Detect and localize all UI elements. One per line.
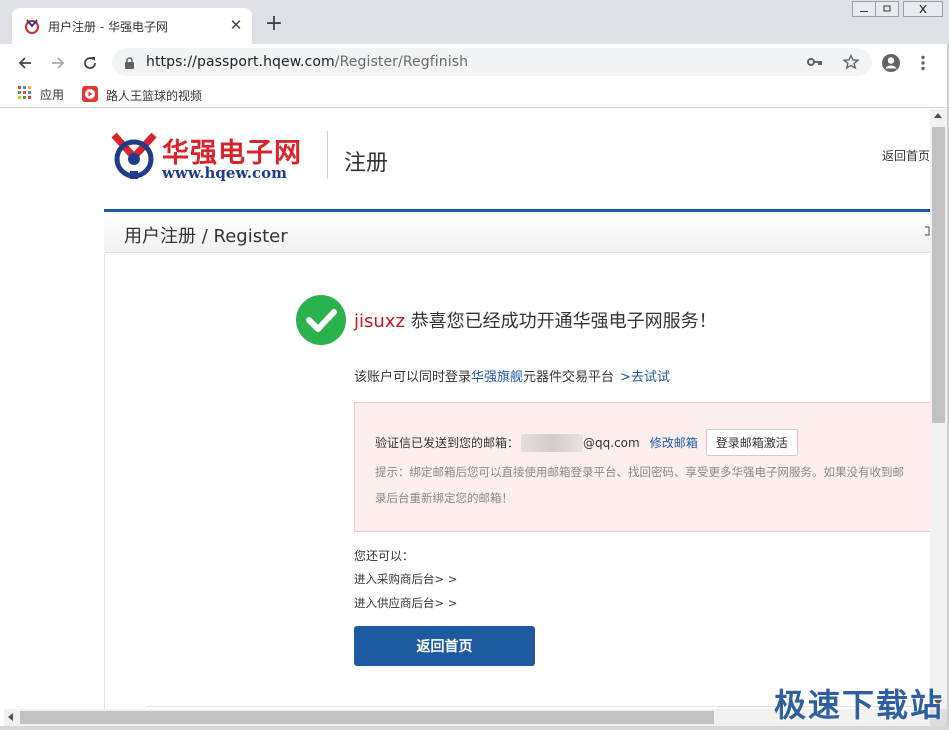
back-button[interactable] (12, 50, 38, 76)
restore-icon (883, 5, 891, 12)
flagship-platform-link[interactable]: 华强旗舰 (471, 370, 523, 385)
email-tip-line: 提示：绑定邮箱后您可以直接使用邮箱登录平台、找回密码、享受更多华强电子网服务。如… (375, 465, 904, 479)
forward-button[interactable] (45, 50, 71, 76)
star-icon[interactable] (842, 53, 860, 71)
apps-grid-icon (18, 86, 32, 103)
browser-toolbar: https://passport.hqew.com/Register/Regfi… (0, 44, 949, 80)
try-it-link[interactable]: >去试试 (620, 370, 670, 385)
close-tab-icon[interactable]: ✕ (228, 17, 244, 33)
register-header-bar: 用户注册 / Register (104, 209, 930, 253)
close-window-button[interactable] (903, 1, 943, 17)
username: jisuxz (354, 311, 405, 332)
vertical-scrollbar[interactable] (930, 109, 947, 709)
header-divider (327, 131, 328, 179)
window-bottom-frame (0, 726, 949, 730)
also-login-prefix: 该账户可以同时登录 (354, 370, 472, 385)
arrow-left-icon (18, 57, 31, 69)
key-icon[interactable] (806, 53, 824, 71)
also-login-line: 该账户可以同时登录华强旗舰元器件交易平台 >去试试 (354, 366, 670, 385)
new-tab-button[interactable]: + (263, 13, 285, 36)
window-controls (852, 1, 943, 17)
activate-email-button[interactable]: 登录邮箱激活 (705, 429, 798, 456)
also-login-suffix: 元器件交易平台 (523, 370, 615, 385)
bookmark-label: 路人王篮球的视频 (106, 89, 203, 103)
reload-icon (84, 57, 96, 69)
account-circle-icon (882, 54, 900, 72)
return-home-button[interactable]: 返回首页 (354, 626, 535, 666)
page-title: 注册 (344, 151, 389, 176)
minimize-icon (860, 11, 868, 12)
bookmark-label: 应用 (40, 88, 65, 102)
more-vert-icon (921, 55, 925, 71)
vertical-scroll-thumb[interactable] (932, 127, 945, 423)
email-tip: 提示：绑定邮箱后您可以直接使用邮箱登录平台、找回密码、享受更多华强电子网服务。如… (375, 459, 930, 511)
bookmark-video[interactable]: 路人王篮球的视频 (82, 86, 202, 105)
email-blurred-part (521, 433, 584, 452)
address-bar[interactable]: https://passport.hqew.com/Register/Regfi… (112, 48, 872, 76)
tab-title: 用户注册 - 华强电子网 (48, 20, 168, 34)
register-title: 用户注册 / Register (124, 226, 288, 247)
menu-button[interactable] (910, 50, 936, 76)
email-domain: @qq.com (583, 435, 640, 450)
modify-email-link[interactable]: 修改邮箱 (650, 434, 698, 451)
email-tip-line: 录后台重新绑定您的邮箱！ (375, 491, 513, 505)
hqew-logo-icon (111, 132, 157, 179)
tab-active[interactable]: 用户注册 - 华强电子网 ✕ (12, 8, 252, 44)
success-check-icon (296, 295, 346, 345)
page-viewport: 华强电子网 www.hqew.com 注册 返回首页 用户注册 / Regist… (0, 109, 930, 709)
email-sent-label: 验证信已发送到您的邮箱： (375, 436, 520, 450)
url-text: https://passport.hqew.com/Register/Regfi… (146, 54, 468, 70)
bookmarks-bar: 应用 路人王篮球的视频 (0, 80, 949, 108)
horizontal-scroll-thumb[interactable] (20, 711, 714, 724)
video-play-icon (82, 86, 98, 105)
next-steps-heading: 您还可以： (354, 549, 415, 563)
buyer-backend-link[interactable]: 进入采购商后台> > (354, 571, 457, 587)
success-text: 恭喜您已经成功开通华强电子网服务！ (410, 311, 717, 332)
email-notice-box: 验证信已发送到您的邮箱： @qq.com 修改邮箱 登录邮箱激活 提示：绑定邮箱… (354, 402, 930, 532)
account-button[interactable] (878, 50, 904, 76)
supplier-backend-link[interactable]: 进入供应商后台> > (354, 595, 457, 611)
arrow-right-icon (52, 57, 65, 69)
url-host: https://passport.hqew.com (146, 54, 335, 70)
url-path: /Register/Regfinish (334, 54, 469, 70)
lock-icon (124, 55, 135, 74)
browser-titlebar: 用户注册 - 华强电子网 ✕ + (0, 0, 949, 44)
logo-english-text: www.hqew.com (162, 164, 288, 182)
scroll-up-icon[interactable] (934, 113, 942, 118)
site-logo[interactable]: 华强电子网 www.hqew.com (110, 131, 310, 183)
bookmark-apps[interactable]: 应用 (18, 86, 64, 103)
close-icon (919, 5, 927, 13)
reload-button[interactable] (77, 50, 103, 76)
site-favicon-icon (24, 18, 40, 34)
restore-button[interactable] (875, 1, 899, 17)
email-sent-line: 验证信已发送到您的邮箱： @qq.com 修改邮箱 登录邮箱激活 (375, 429, 798, 456)
scroll-left-icon[interactable] (8, 713, 13, 721)
watermark-text: 极速下载站 (774, 686, 945, 724)
success-message: jisuxz 恭喜您已经成功开通华强电子网服务！ (354, 307, 717, 333)
back-home-link[interactable]: 返回首页 (882, 147, 930, 164)
minimize-button[interactable] (852, 1, 876, 17)
